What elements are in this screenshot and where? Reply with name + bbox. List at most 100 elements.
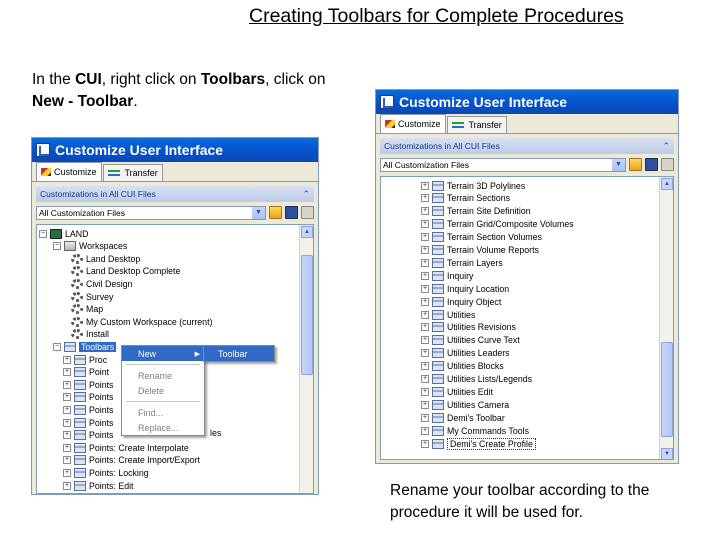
tree-node[interactable]: − Toolbars <box>53 340 117 353</box>
expand-icon[interactable]: + <box>421 181 429 190</box>
tree-node[interactable]: + Points <box>63 378 113 391</box>
tree-node[interactable]: Survey <box>71 290 113 303</box>
expand-icon[interactable]: + <box>421 207 429 216</box>
expand-icon[interactable]: + <box>63 468 71 477</box>
expand-icon[interactable]: + <box>421 439 429 448</box>
tab-transfer[interactable]: Transfer <box>102 164 163 181</box>
tree-node[interactable]: + Points: Locking <box>63 466 149 479</box>
expand-icon[interactable]: + <box>421 233 429 242</box>
tree-node[interactable]: + Point <box>63 366 109 379</box>
customization-files-select[interactable]: All Customization Files ▼ <box>380 157 626 172</box>
panel-header[interactable]: Customizations in All CUI Files ⌃ <box>380 138 674 154</box>
expand-icon[interactable]: + <box>63 431 71 440</box>
tree-node[interactable]: + Utilities Leaders <box>421 347 510 360</box>
expand-icon[interactable]: + <box>63 380 71 389</box>
tree-node[interactable]: + Inquiry Location <box>421 282 509 295</box>
tree-node[interactable]: + My Commands Tools <box>421 424 529 437</box>
tree-node[interactable]: − Workspaces <box>53 240 127 253</box>
expand-icon[interactable]: + <box>63 418 71 427</box>
menu-item-replace[interactable]: Replace... <box>122 420 204 435</box>
expand-icon[interactable]: + <box>421 400 429 409</box>
expand-icon[interactable]: + <box>421 310 429 319</box>
save-icon[interactable] <box>285 206 298 219</box>
expand-icon[interactable]: + <box>421 375 429 383</box>
tree-node[interactable]: + Terrain Volume Reports <box>421 244 539 257</box>
tree-node[interactable]: Map <box>71 303 103 316</box>
tab-customize[interactable]: Customize <box>380 114 446 133</box>
expand-icon[interactable]: + <box>63 456 71 465</box>
collapse-chevron-icon[interactable]: ⌃ <box>662 141 670 152</box>
expand-icon[interactable]: + <box>421 284 429 293</box>
tree-node[interactable]: + Points <box>63 429 113 442</box>
expand-icon[interactable]: + <box>63 481 71 490</box>
customization-files-select[interactable]: All Customization Files ▼ <box>36 205 266 220</box>
collapse-icon[interactable]: − <box>39 229 47 238</box>
tree-node[interactable]: + Demi's Create Profile <box>421 437 536 450</box>
tree-node[interactable]: + Proc <box>63 353 107 366</box>
expand-icon[interactable]: + <box>421 349 429 358</box>
window-title-bar[interactable]: Customize User Interface <box>32 138 318 162</box>
panel-header[interactable]: Customizations in All CUI Files ⌃ <box>36 186 314 202</box>
tree-node[interactable]: + Terrain Grid/Composite Volumes <box>421 218 574 231</box>
expand-icon[interactable]: + <box>63 355 71 364</box>
tree-node[interactable]: + Terrain Site Definition <box>421 205 531 218</box>
expand-icon[interactable]: + <box>63 405 71 414</box>
expand-icon[interactable]: + <box>421 194 429 203</box>
open-file-icon[interactable] <box>629 158 642 171</box>
menu-item-delete[interactable]: Delete <box>122 383 204 398</box>
expand-icon[interactable]: + <box>421 413 429 422</box>
menu-item-find[interactable]: Find... <box>122 405 204 420</box>
save-icon[interactable] <box>645 158 658 171</box>
scroll-down-icon[interactable]: ▼ <box>661 448 673 459</box>
tree-node[interactable]: + Utilities Edit <box>421 385 493 398</box>
tree-node[interactable]: + Utilities Curve Text <box>421 334 520 347</box>
dropdown-arrow-icon[interactable]: ▼ <box>252 206 265 219</box>
tree-node[interactable]: + Terrain Layers <box>421 256 503 269</box>
tree-node[interactable]: + Utilities Blocks <box>421 360 504 373</box>
expand-icon[interactable]: + <box>421 387 429 396</box>
menu-item-toolbar[interactable]: Toolbar <box>204 346 274 361</box>
scroll-up-icon[interactable]: ▲ <box>661 178 673 190</box>
tab-customize[interactable]: Customize <box>36 162 102 181</box>
tree-scrollbar[interactable]: ▲ ▼ <box>659 177 673 459</box>
tree-node[interactable]: − LAND <box>39 227 88 240</box>
tree-node[interactable]: Land Desktop <box>71 252 140 265</box>
tree-node[interactable]: + Points: Create Import/Export <box>63 454 200 467</box>
scroll-up-icon[interactable]: ▲ <box>301 226 313 238</box>
expand-icon[interactable]: + <box>421 426 429 435</box>
scroll-thumb[interactable] <box>661 342 673 437</box>
tree-node[interactable]: + Inquiry <box>421 269 473 282</box>
dropdown-arrow-icon[interactable]: ▼ <box>612 158 625 171</box>
expand-icon[interactable]: + <box>63 443 71 452</box>
open-file-icon[interactable] <box>269 206 282 219</box>
tree-node[interactable]: + Points <box>63 391 113 404</box>
window-title-bar[interactable]: Customize User Interface <box>376 90 678 114</box>
tree-node[interactable]: + Points <box>63 403 113 416</box>
expand-icon[interactable]: + <box>421 220 429 229</box>
tree-scrollbar[interactable]: ▲ <box>299 225 313 493</box>
tree-node[interactable]: My Custom Workspace (current) <box>71 315 212 328</box>
expand-icon[interactable]: + <box>63 393 71 402</box>
tree-node[interactable]: + Terrain Sections <box>421 192 510 205</box>
collapse-icon[interactable]: − <box>53 242 61 251</box>
tab-transfer[interactable]: Transfer <box>446 116 507 133</box>
tree-node[interactable]: + Terrain Section Volumes <box>421 231 542 244</box>
tree-node[interactable]: + Utilities Camera <box>421 398 509 411</box>
tree-node[interactable]: + Points: Edit <box>63 479 134 492</box>
tree-node[interactable]: + Inquiry Object <box>421 295 501 308</box>
collapse-icon[interactable]: − <box>53 342 61 351</box>
menu-item-new[interactable]: New ▶ <box>122 346 204 361</box>
tree-node[interactable]: + Points: Create Interpolate <box>63 441 189 454</box>
tree-node[interactable]: + Utilities <box>421 308 475 321</box>
tree-node[interactable]: + Terrain 3D Polylines <box>421 179 525 192</box>
tree-node[interactable]: + Points <box>63 416 113 429</box>
expand-icon[interactable]: + <box>421 271 429 280</box>
properties-icon[interactable] <box>661 158 674 171</box>
customizations-tree[interactable]: ▲ ▼ + Terrain 3D Polylines + Terrain Sectio… <box>380 176 674 460</box>
expand-icon[interactable]: + <box>421 362 429 371</box>
tree-node[interactable]: + Utilities Revisions <box>421 321 516 334</box>
expand-icon[interactable]: + <box>421 246 429 254</box>
expand-icon[interactable]: + <box>421 323 429 332</box>
expand-icon[interactable]: + <box>63 368 71 377</box>
collapse-chevron-icon[interactable]: ⌃ <box>302 189 310 200</box>
